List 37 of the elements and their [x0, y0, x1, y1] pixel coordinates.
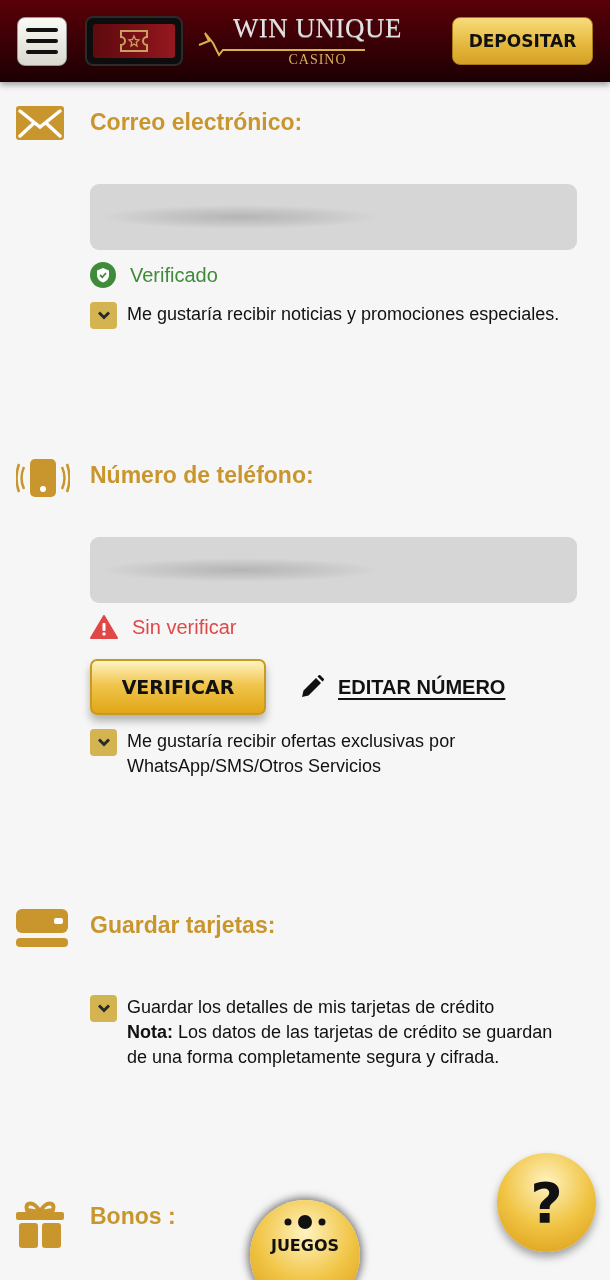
status-label: Verificado [130, 263, 218, 287]
chevron-down-icon [96, 1004, 111, 1013]
warning-icon [90, 615, 118, 639]
dots-icon [284, 1214, 326, 1230]
verify-button[interactable]: VERIFICAR [90, 659, 266, 715]
option-label: Me gustaría recibir noticias y promociones especiales. [127, 303, 560, 326]
logo-wordmark: WIN UNIQUE [232, 14, 403, 42]
shield-check-icon [90, 262, 116, 288]
option-label: Me gustaría recibir ofertas exclusivas por WhatsApp/SMS/Otros Servicios [127, 730, 457, 778]
section-title: Correo electrónico: [90, 108, 303, 137]
checkbox[interactable] [90, 302, 117, 329]
phone-vibrate-icon [16, 459, 70, 497]
envelope-icon [16, 106, 64, 140]
checkbox[interactable] [90, 729, 117, 756]
option-label: Guardar los detalles de mis tarjetas de crédito [127, 996, 496, 1019]
status-label: Sin verificar [132, 615, 237, 639]
ticket-button[interactable] [85, 16, 183, 66]
help-button[interactable]: ? [497, 1153, 596, 1252]
section-title: Bonos : [90, 1202, 176, 1231]
chevron-down-icon [96, 311, 111, 320]
games-button[interactable]: JUEGOS [250, 1200, 360, 1280]
input-field[interactable] [90, 537, 577, 603]
credit-card-icon [16, 909, 68, 947]
games-label: JUEGOS [270, 1236, 340, 1255]
checkbox[interactable] [90, 995, 117, 1022]
ticket-icon [119, 29, 149, 53]
section-title: Guardar tarjetas: [90, 911, 276, 940]
edit-number-link[interactable]: EDITAR NÚMERO [338, 675, 506, 699]
gift-icon [16, 1200, 64, 1248]
menu-button[interactable] [17, 16, 67, 66]
input-field[interactable] [90, 184, 577, 250]
pencil-icon [300, 675, 324, 699]
section-title: Número de teléfono: [90, 461, 314, 490]
logo-subtitle: CASINO [288, 51, 347, 68]
chevron-down-icon [96, 738, 111, 747]
note-text: Nota: Los datos de las tarjetas de crédito se guardan de una forma completamente segura y cifrada. [127, 1021, 554, 1069]
deposit-button[interactable]: DEPOSITAR [452, 17, 593, 65]
